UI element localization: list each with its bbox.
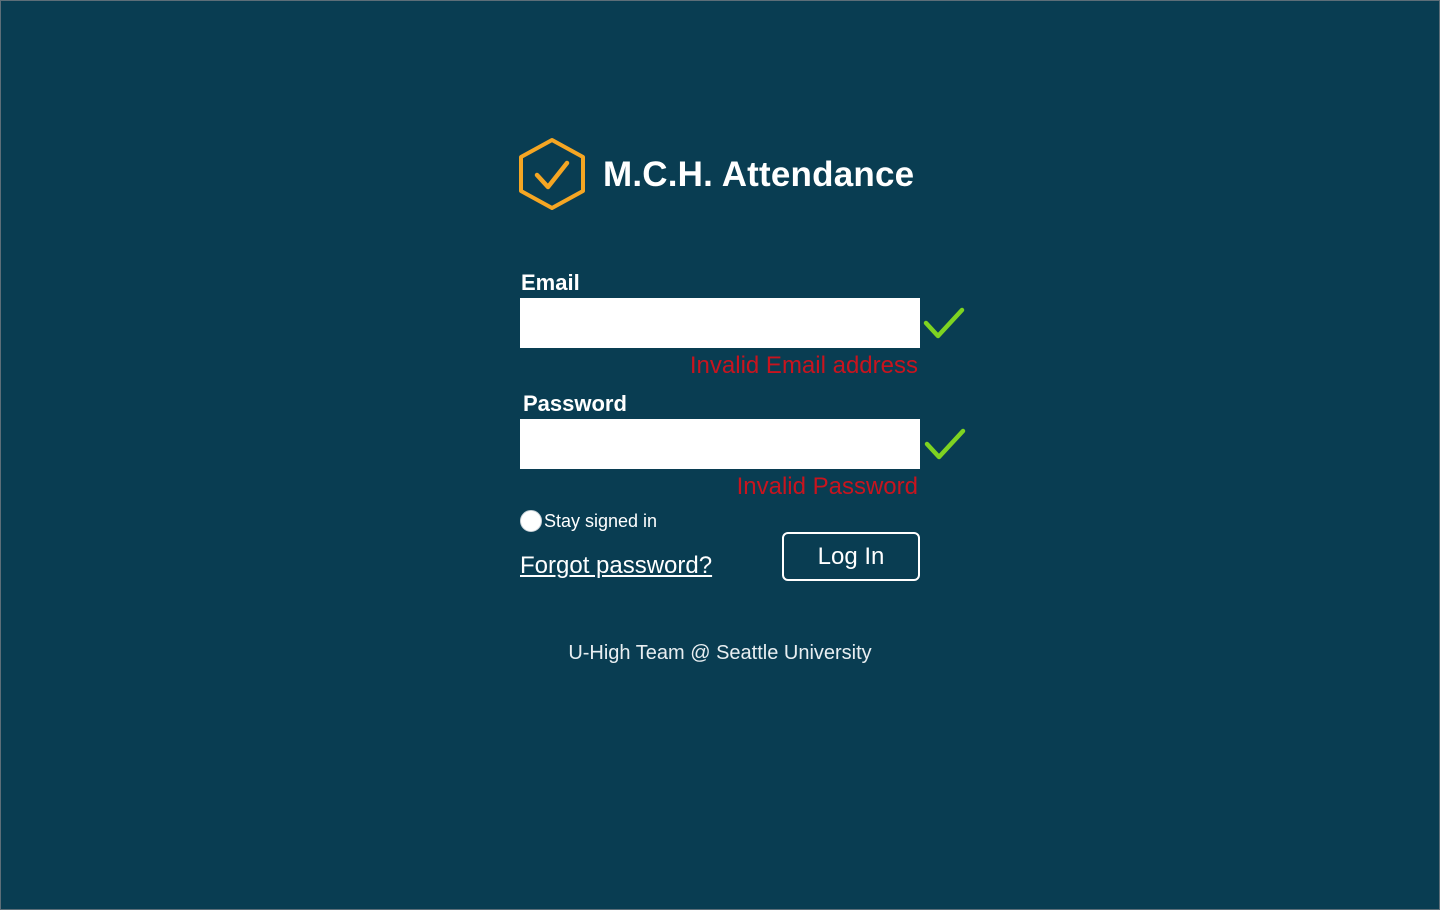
stay-signed-in-row[interactable]: Stay signed in [520,510,657,532]
password-label: Password [523,391,627,416]
app-title: M.C.H. Attendance [603,155,915,194]
password-valid-check-icon [924,428,966,460]
forgot-password-link[interactable]: Forgot password? [520,552,712,580]
hexagon-check-icon [519,138,585,210]
footer-credit: U-High Team @ Seattle University [568,642,872,664]
stay-signed-in-checkbox[interactable] [520,510,542,532]
email-error-message: Invalid Email address [689,352,918,379]
login-button[interactable]: Log In [782,532,920,581]
password-field[interactable] [520,419,920,469]
email-valid-check-icon [923,307,965,339]
password-error-message: Invalid Password [736,473,918,500]
email-label: Email [521,270,580,295]
email-field[interactable] [520,298,920,348]
stay-signed-in-label[interactable]: Stay signed in [544,511,657,532]
